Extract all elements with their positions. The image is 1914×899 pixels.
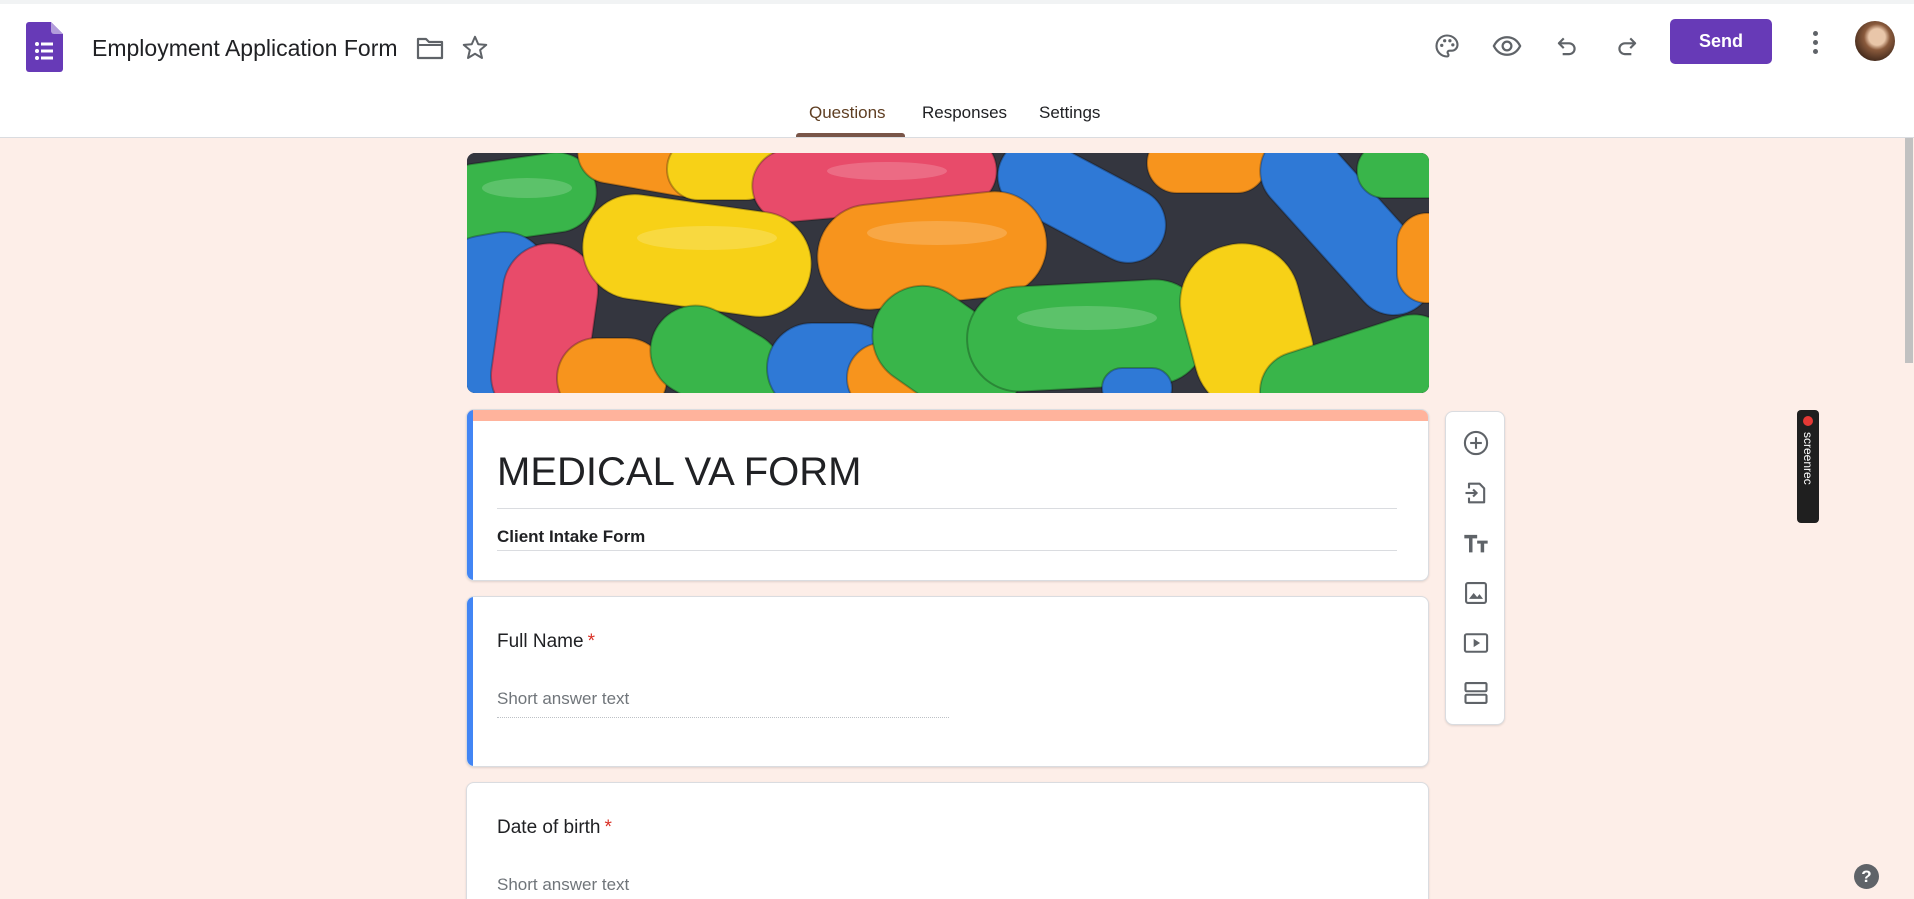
description-underline	[497, 550, 1397, 551]
palette-icon[interactable]	[1423, 22, 1471, 70]
more-dot	[1812, 48, 1818, 54]
scrollbar-thumb[interactable]	[1905, 138, 1913, 363]
eye-icon[interactable]	[1483, 22, 1531, 70]
question-title: Date of birth *	[497, 817, 612, 839]
form-title-card[interactable]: MEDICAL VA FORM Client Intake Form	[466, 409, 1429, 581]
add-section-icon[interactable]	[1456, 673, 1496, 713]
star-icon[interactable]	[460, 33, 490, 63]
add-question-icon[interactable]	[1456, 423, 1496, 463]
title-underline	[497, 508, 1397, 509]
required-asterisk: *	[587, 631, 595, 652]
undo-icon[interactable]	[1543, 22, 1591, 70]
avatar[interactable]	[1855, 21, 1895, 61]
tab-bar: Questions Responses Settings	[0, 100, 1914, 138]
record-icon	[1803, 416, 1813, 426]
add-video-icon[interactable]	[1456, 623, 1496, 663]
question-card[interactable]: Full Name * Short answer text	[466, 596, 1429, 767]
tab-responses[interactable]: Responses	[922, 103, 1007, 123]
header-image	[467, 153, 1429, 393]
more-vert-icon[interactable]	[1800, 22, 1830, 62]
top-divider	[0, 0, 1914, 4]
tab-settings[interactable]: Settings	[1039, 103, 1100, 123]
active-card-indicator	[467, 410, 473, 580]
form-title[interactable]: MEDICAL VA FORM	[497, 450, 862, 495]
form-description[interactable]: Client Intake Form	[497, 527, 645, 547]
active-tab-indicator	[796, 133, 905, 137]
folder-icon[interactable]	[415, 34, 445, 62]
question-label: Full Name	[497, 631, 584, 652]
forms-app-icon[interactable]	[26, 22, 63, 72]
required-asterisk: *	[604, 817, 612, 838]
short-answer-placeholder: Short answer text	[497, 689, 949, 718]
document-title[interactable]: Employment Application Form	[92, 35, 398, 62]
page-scrollbar[interactable]	[1904, 138, 1914, 899]
tab-questions[interactable]: Questions	[809, 103, 886, 123]
question-card[interactable]: Date of birth * Short answer text	[466, 782, 1429, 899]
more-dot	[1812, 39, 1818, 45]
send-button[interactable]: Send	[1670, 19, 1772, 64]
theme-color-bar	[467, 410, 1428, 421]
question-title: Full Name *	[497, 631, 595, 653]
question-label: Date of birth	[497, 817, 601, 838]
add-image-icon[interactable]	[1456, 573, 1496, 613]
help-icon[interactable]: ?	[1854, 864, 1879, 889]
active-card-indicator	[467, 597, 473, 766]
redo-icon[interactable]	[1603, 22, 1651, 70]
short-answer-placeholder: Short answer text	[497, 875, 949, 899]
floating-toolbar	[1445, 411, 1505, 725]
more-dot	[1812, 30, 1818, 36]
screenrec-widget[interactable]: screenrec	[1797, 410, 1819, 523]
import-questions-icon[interactable]	[1456, 473, 1496, 513]
screenrec-label: screenrec	[1801, 432, 1815, 485]
add-title-icon[interactable]	[1456, 523, 1496, 563]
